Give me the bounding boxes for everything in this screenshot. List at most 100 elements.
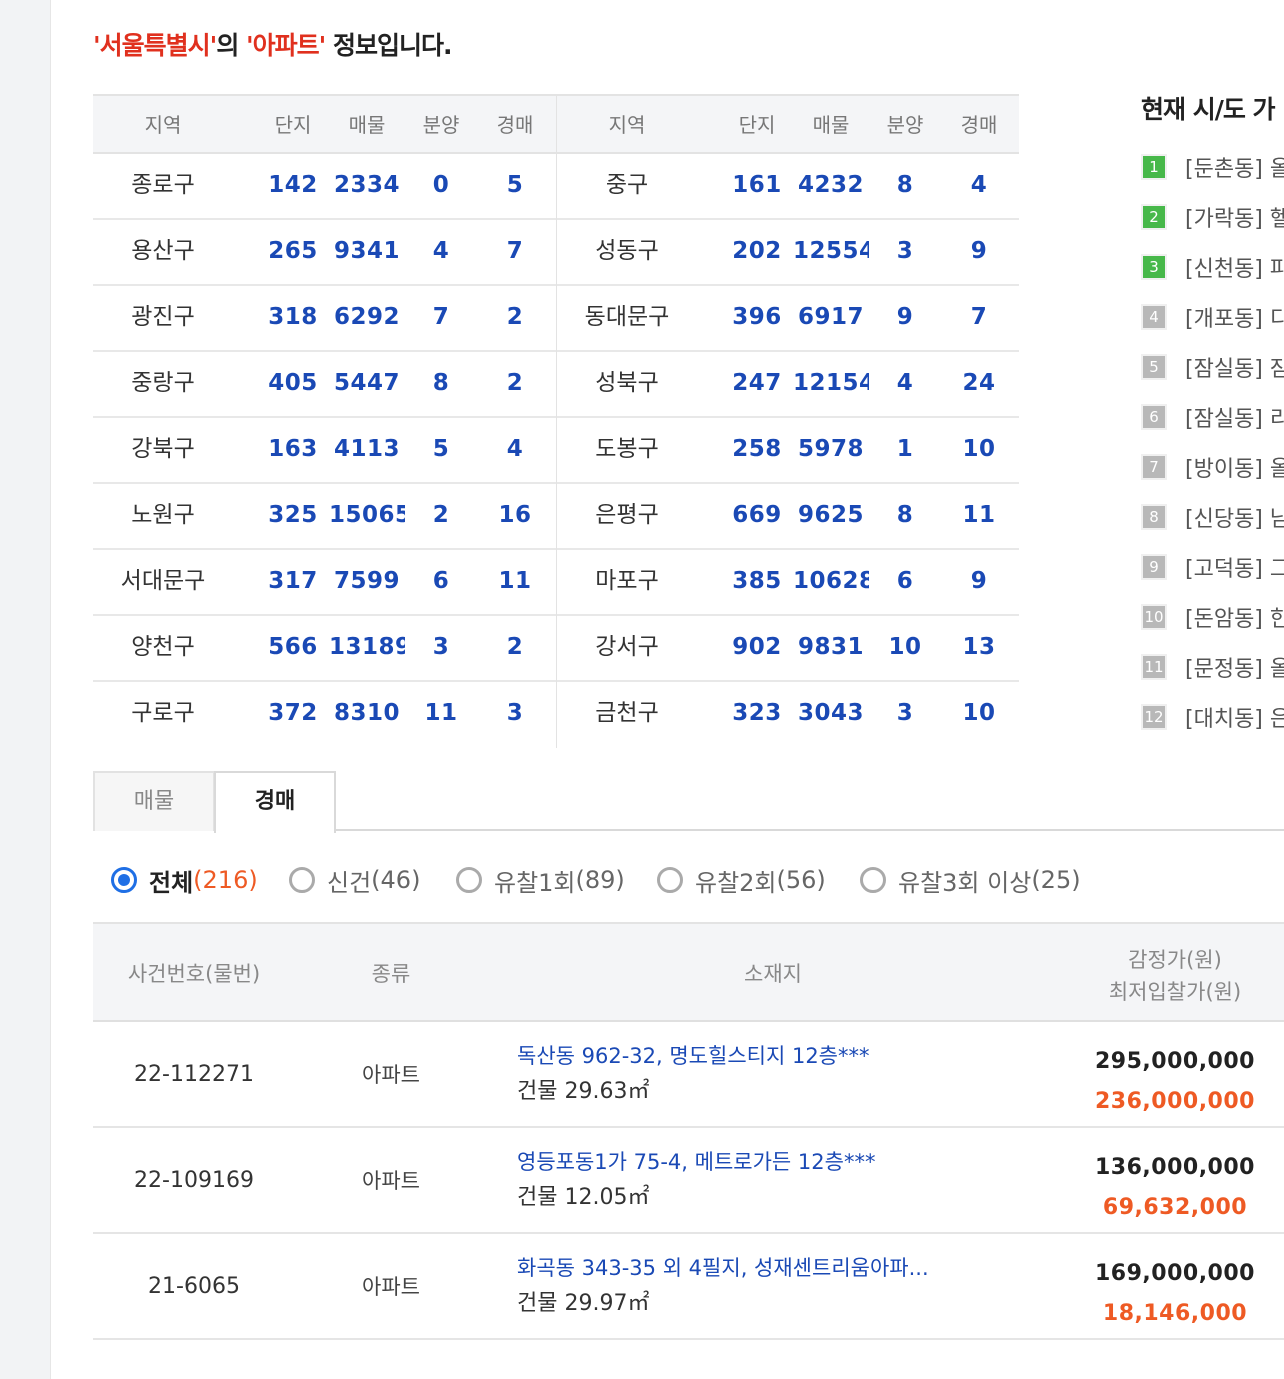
- district-row[interactable]: 동대문구 396 6917 9 7: [557, 286, 1019, 352]
- address-link[interactable]: 영등포동1가 75-4, 메트로가든 12층***: [517, 1146, 1037, 1178]
- gyeongmae-count[interactable]: 2: [485, 286, 545, 348]
- gyeongmae-count[interactable]: 2: [485, 616, 545, 678]
- district-row[interactable]: 중구 161 4232 8 4: [557, 154, 1019, 220]
- ranking-item[interactable]: 10 [돈암동] 한: [1141, 602, 1284, 632]
- danji-count[interactable]: 323: [725, 682, 789, 744]
- gyeongmae-count[interactable]: 10: [949, 682, 1009, 744]
- ranking-item[interactable]: 1 [둔촌동] 올: [1141, 152, 1284, 182]
- danji-count[interactable]: 372: [261, 682, 325, 744]
- bunyang-count[interactable]: 0: [411, 154, 471, 216]
- danji-count[interactable]: 202: [725, 220, 789, 282]
- ranking-item[interactable]: 4 [개포동] 디: [1141, 302, 1284, 332]
- ranking-item[interactable]: 5 [잠실동] 잠: [1141, 352, 1284, 382]
- gyeongmae-count[interactable]: 4: [949, 154, 1009, 216]
- bunyang-count[interactable]: 7: [411, 286, 471, 348]
- gyeongmae-count[interactable]: 4: [485, 418, 545, 480]
- danji-count[interactable]: 325: [261, 484, 325, 546]
- maemul-count[interactable]: 5447: [329, 352, 405, 414]
- bunyang-count[interactable]: 4: [875, 352, 935, 414]
- tab-gyeongmae[interactable]: 경매: [214, 771, 336, 833]
- maemul-count[interactable]: 9625: [793, 484, 869, 546]
- bunyang-count[interactable]: 8: [411, 352, 471, 414]
- danji-count[interactable]: 902: [725, 616, 789, 678]
- district-row[interactable]: 마포구 385 10628 6 9: [557, 550, 1019, 616]
- ranking-item[interactable]: 8 [신당동] 남: [1141, 502, 1284, 532]
- maemul-count[interactable]: 4232: [793, 154, 869, 216]
- gyeongmae-count[interactable]: 24: [949, 352, 1009, 414]
- district-row[interactable]: 중랑구 405 5447 8 2: [93, 352, 556, 418]
- danji-count[interactable]: 396: [725, 286, 789, 348]
- danji-count[interactable]: 405: [261, 352, 325, 414]
- district-row[interactable]: 강서구 902 9831 10 13: [557, 616, 1019, 682]
- bunyang-count[interactable]: 8: [875, 154, 935, 216]
- address-link[interactable]: 독산동 962-32, 명도힐스티지 12층***: [517, 1040, 1037, 1072]
- filter-failed-1[interactable]: 유찰1회 (89): [456, 860, 625, 900]
- bunyang-count[interactable]: 6: [875, 550, 935, 612]
- maemul-count[interactable]: 13189: [329, 616, 405, 678]
- district-row[interactable]: 서대문구 317 7599 6 11: [93, 550, 556, 616]
- filter-all[interactable]: 전체 (216): [111, 860, 258, 900]
- gyeongmae-count[interactable]: 11: [949, 484, 1009, 546]
- district-row[interactable]: 성동구 202 12554 3 9: [557, 220, 1019, 286]
- address-link[interactable]: 화곡동 343-35 외 4필지, 성재센트리움아파...: [517, 1252, 1037, 1284]
- maemul-count[interactable]: 9341: [329, 220, 405, 282]
- maemul-count[interactable]: 3043: [793, 682, 869, 744]
- gyeongmae-count[interactable]: 13: [949, 616, 1009, 678]
- bunyang-count[interactable]: 10: [875, 616, 935, 678]
- gyeongmae-count[interactable]: 11: [485, 550, 545, 612]
- district-row[interactable]: 금천구 323 3043 3 10: [557, 682, 1019, 748]
- maemul-count[interactable]: 5978: [793, 418, 869, 480]
- bunyang-count[interactable]: 2: [411, 484, 471, 546]
- danji-count[interactable]: 265: [261, 220, 325, 282]
- auction-row[interactable]: 21-6065 아파트 화곡동 343-35 외 4필지, 성재센트리움아파... 건…: [93, 1234, 1284, 1340]
- danji-count[interactable]: 669: [725, 484, 789, 546]
- district-row[interactable]: 종로구 142 2334 0 5: [93, 154, 556, 220]
- district-row[interactable]: 광진구 318 6292 7 2: [93, 286, 556, 352]
- tab-maemul[interactable]: 매물: [93, 771, 215, 831]
- bunyang-count[interactable]: 3: [875, 682, 935, 744]
- maemul-count[interactable]: 10628: [793, 550, 869, 612]
- danji-count[interactable]: 142: [261, 154, 325, 216]
- danji-count[interactable]: 385: [725, 550, 789, 612]
- bunyang-count[interactable]: 1: [875, 418, 935, 480]
- district-row[interactable]: 도봉구 258 5978 1 10: [557, 418, 1019, 484]
- district-row[interactable]: 양천구 566 13189 3 2: [93, 616, 556, 682]
- gyeongmae-count[interactable]: 9: [949, 220, 1009, 282]
- district-row[interactable]: 강북구 163 4113 5 4: [93, 418, 556, 484]
- auction-row[interactable]: 22-109169 아파트 영등포동1가 75-4, 메트로가든 12층*** 건물 …: [93, 1128, 1284, 1234]
- maemul-count[interactable]: 12554: [793, 220, 869, 282]
- maemul-count[interactable]: 12154: [793, 352, 869, 414]
- ranking-item[interactable]: 11 [문정동] 올: [1141, 652, 1284, 682]
- danji-count[interactable]: 247: [725, 352, 789, 414]
- district-row[interactable]: 성북구 247 12154 4 24: [557, 352, 1019, 418]
- gyeongmae-count[interactable]: 2: [485, 352, 545, 414]
- bunyang-count[interactable]: 8: [875, 484, 935, 546]
- bunyang-count[interactable]: 6: [411, 550, 471, 612]
- gyeongmae-count[interactable]: 7: [949, 286, 1009, 348]
- filter-failed-3plus[interactable]: 유찰3회 이상 (25): [860, 860, 1081, 900]
- maemul-count[interactable]: 8310: [329, 682, 405, 744]
- maemul-count[interactable]: 9831: [793, 616, 869, 678]
- district-row[interactable]: 노원구 325 15065 2 16: [93, 484, 556, 550]
- maemul-count[interactable]: 2334: [329, 154, 405, 216]
- district-row[interactable]: 용산구 265 9341 4 7: [93, 220, 556, 286]
- bunyang-count[interactable]: 11: [411, 682, 471, 744]
- gyeongmae-count[interactable]: 16: [485, 484, 545, 546]
- danji-count[interactable]: 161: [725, 154, 789, 216]
- district-row[interactable]: 은평구 669 9625 8 11: [557, 484, 1019, 550]
- maemul-count[interactable]: 6292: [329, 286, 405, 348]
- danji-count[interactable]: 163: [261, 418, 325, 480]
- ranking-item[interactable]: 6 [잠실동] 리: [1141, 402, 1284, 432]
- bunyang-count[interactable]: 3: [875, 220, 935, 282]
- ranking-item[interactable]: 3 [신천동] 파: [1141, 252, 1284, 282]
- danji-count[interactable]: 317: [261, 550, 325, 612]
- district-row[interactable]: 구로구 372 8310 11 3: [93, 682, 556, 748]
- filter-new[interactable]: 신건 (46): [289, 860, 420, 900]
- maemul-count[interactable]: 6917: [793, 286, 869, 348]
- bunyang-count[interactable]: 3: [411, 616, 471, 678]
- gyeongmae-count[interactable]: 9: [949, 550, 1009, 612]
- ranking-item[interactable]: 7 [방이동] 올: [1141, 452, 1284, 482]
- gyeongmae-count[interactable]: 10: [949, 418, 1009, 480]
- ranking-item[interactable]: 2 [가락동] 헬: [1141, 202, 1284, 232]
- auction-row[interactable]: 22-112271 아파트 독산동 962-32, 명도힐스티지 12층*** 건물 …: [93, 1022, 1284, 1128]
